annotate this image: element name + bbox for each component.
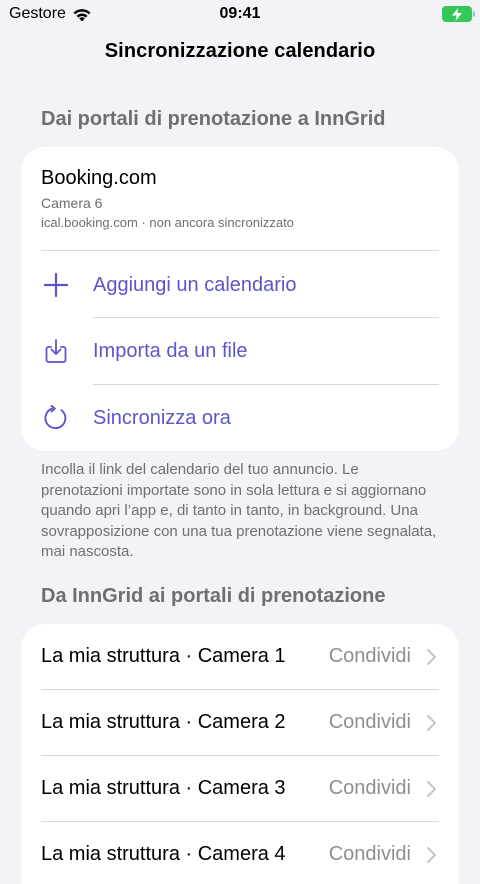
battery-icon xyxy=(442,6,475,22)
status-bar: Gestore 09:41 xyxy=(0,0,480,28)
export-section-header: Da InnGrid ai portali di prenotazione xyxy=(41,585,386,607)
carrier-label: Gestore xyxy=(9,5,66,22)
add-calendar-label: Aggiungi un calendario xyxy=(93,273,297,296)
room-label: La mia struttura · Camera 1 xyxy=(41,645,286,667)
chevron-right-icon xyxy=(427,715,436,731)
chevron-right-icon xyxy=(427,649,436,665)
share-room-row[interactable]: La mia struttura · Camera 4 Condividi xyxy=(21,822,459,884)
status-left: Gestore xyxy=(9,5,92,23)
chevron-right-icon xyxy=(427,847,436,863)
add-calendar-button[interactable]: Aggiungi un calendario xyxy=(21,252,459,318)
room-label: La mia struttura · Camera 2 xyxy=(41,711,286,733)
import-card: Booking.com Camera 6 ical.booking.com · … xyxy=(21,147,459,451)
import-file-button[interactable]: Importa da un file xyxy=(21,318,459,384)
room-label: La mia struttura · Camera 4 xyxy=(41,843,286,865)
share-label: Condividi xyxy=(328,777,411,799)
sync-now-label: Sincronizza ora xyxy=(93,406,231,429)
source-sync-status: ical.booking.com · non ancora sincronizz… xyxy=(41,215,294,230)
share-room-row[interactable]: La mia struttura · Camera 3 Condividi xyxy=(21,756,459,822)
import-file-icon xyxy=(45,339,67,363)
wifi-icon xyxy=(73,8,91,21)
sync-icon xyxy=(44,405,67,430)
divider xyxy=(41,250,439,251)
import-section-header: Dai portali di prenotazione a InnGrid xyxy=(41,108,386,130)
room-label: La mia struttura · Camera 3 xyxy=(41,777,286,799)
page-title: Sincronizzazione calendario xyxy=(104,40,376,62)
chevron-right-icon xyxy=(427,781,436,797)
charging-bolt-icon xyxy=(452,7,462,21)
plus-icon xyxy=(43,272,69,298)
share-label: Condividi xyxy=(328,711,411,733)
share-room-row[interactable]: La mia struttura · Camera 2 Condividi xyxy=(21,690,459,756)
export-card: La mia struttura · Camera 1 Condividi La… xyxy=(21,624,459,884)
sync-now-button[interactable]: Sincronizza ora xyxy=(21,385,459,451)
import-footnote: Incolla il link del calendario del tuo a… xyxy=(41,461,437,560)
source-room: Camera 6 xyxy=(41,195,103,211)
share-label: Condividi xyxy=(328,645,411,667)
share-label: Condividi xyxy=(328,843,411,865)
import-file-label: Importa da un file xyxy=(93,339,248,362)
share-room-row[interactable]: La mia struttura · Camera 1 Condividi xyxy=(21,624,459,690)
source-name: Booking.com xyxy=(41,167,157,189)
